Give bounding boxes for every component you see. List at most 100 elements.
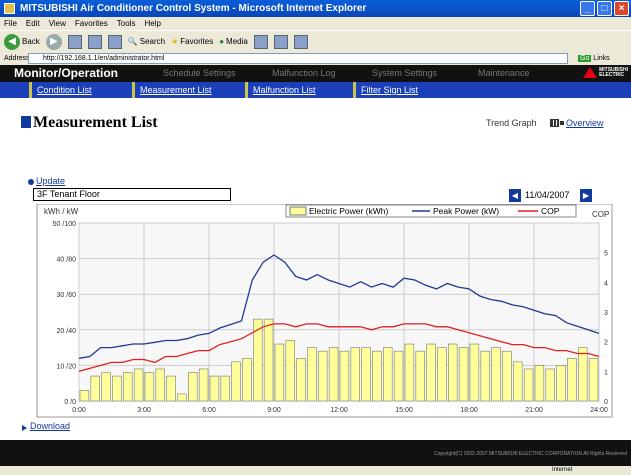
forward-button[interactable]: ▶ [45, 33, 62, 50]
right-tick-label: 1 [604, 369, 608, 376]
close-icon[interactable]: × [614, 1, 629, 16]
go-button[interactable]: Go [578, 55, 592, 62]
media-label: Media [226, 37, 248, 46]
energy-bar [90, 375, 100, 402]
energy-bar [426, 343, 436, 402]
star-icon: ★ [171, 37, 179, 46]
energy-bar [123, 372, 133, 402]
left-tick-label: 0 /0 [64, 399, 76, 406]
page-title: Measurement List [33, 114, 158, 131]
energy-bar [209, 375, 220, 402]
home-icon[interactable] [107, 34, 122, 49]
download-arrow-icon [22, 425, 27, 431]
menu-edit[interactable]: Edit [26, 17, 40, 30]
menu-view[interactable]: View [49, 17, 66, 30]
favorites-button[interactable]: ★ Favorites [171, 37, 213, 46]
energy-bar [79, 390, 90, 402]
main-content: Measurement List Trend Graph Overview Up… [0, 98, 631, 440]
date-label: 11/04/2007 [525, 190, 570, 200]
window-title-bar: MITSUBISHI Air Conditioner Control Syste… [0, 0, 631, 17]
nav-system-settings[interactable]: System Settings [372, 65, 437, 82]
address-bar: Address http://192.168.1.1/en/administra… [0, 52, 631, 65]
energy-bar [350, 347, 360, 402]
copyright-text: Copyright(C) 2002-2007 MITSUBISHI ELECTR… [433, 451, 627, 457]
subnav-condition-list[interactable]: Condition List [29, 82, 92, 98]
legend-peak-power: Peak Power (kW) [433, 206, 499, 216]
energy-bar [480, 350, 490, 402]
energy-bar [458, 347, 469, 402]
links-label[interactable]: Links [593, 55, 609, 62]
energy-bar [588, 357, 599, 402]
download-link[interactable]: Download [30, 421, 70, 431]
x-tick-label: 15:00 [395, 407, 413, 414]
mail-icon[interactable] [273, 34, 288, 49]
menu-file[interactable]: File [4, 17, 17, 30]
energy-bar [534, 365, 545, 402]
overview-link[interactable]: Overview [566, 118, 604, 128]
subnav-measurement-list[interactable]: Measurement List [132, 82, 212, 98]
next-date-button[interactable]: ▶ [580, 189, 592, 202]
menu-help[interactable]: Help [144, 17, 160, 30]
energy-bar [404, 343, 415, 402]
left-tick-label: 20 /40 [57, 328, 77, 335]
energy-bar [177, 393, 187, 402]
nav-maintenance[interactable]: Maintenance [478, 65, 530, 82]
search-button[interactable]: 🔍 Search [128, 37, 165, 46]
energy-bar [307, 347, 317, 402]
history-icon[interactable] [253, 34, 268, 49]
energy-bar [144, 372, 155, 402]
nav-monitor-operation[interactable]: Monitor/Operation [14, 65, 118, 82]
x-tick-label: 9:00 [267, 407, 281, 414]
measurement-chart: 0 /0 10 /20 20 /40 30 /60 40 /80 50 /100 0 1 2 3… [36, 204, 613, 418]
energy-bar [242, 357, 252, 402]
back-button[interactable]: ◀ Back [4, 33, 40, 50]
left-tick-label: 50 /100 [53, 221, 76, 228]
energy-bar [502, 350, 512, 402]
minimize-icon[interactable]: _ [580, 1, 595, 16]
address-input[interactable]: http://192.168.1.1/en/administrator.html [28, 53, 568, 64]
x-tick-label: 0:00 [72, 407, 86, 414]
energy-bar [437, 347, 447, 402]
legend-electric-power: Electric Power (kWh) [309, 206, 389, 216]
maximize-icon[interactable]: □ [597, 1, 612, 16]
menu-favorites[interactable]: Favorites [75, 17, 108, 30]
floor-select[interactable]: 3F Tenant Floor [33, 188, 231, 201]
energy-bar [133, 368, 144, 402]
energy-bar [296, 357, 306, 402]
subnav-filter-sign-list[interactable]: Filter Sign List [353, 82, 418, 98]
media-icon: ● [219, 37, 225, 46]
ie-app-icon [4, 3, 15, 14]
right-tick-label: 0 [604, 399, 608, 406]
energy-bar [231, 361, 241, 402]
address-url: http://192.168.1.1/en/administrator.html [43, 55, 165, 62]
media-button[interactable]: ● Media [219, 37, 248, 46]
subnav-malfunction-list[interactable]: Malfunction List [245, 82, 316, 98]
page-footer: Copyright(C) 2002-2007 MITSUBISHI ELECTR… [0, 440, 631, 466]
sub-nav: Condition List Measurement List Malfunct… [0, 82, 631, 98]
print-icon[interactable] [293, 34, 308, 49]
back-arrow-icon: ◀ [4, 33, 20, 50]
nav-malfunction-log[interactable]: Malfunction Log [272, 65, 336, 82]
right-tick-label: 4 [604, 280, 608, 287]
energy-bar [523, 368, 534, 402]
left-axis-label: kWh / kW [44, 207, 79, 216]
nav-schedule-settings[interactable]: Schedule Settings [163, 65, 236, 82]
prev-date-button[interactable]: ◀ [509, 189, 521, 202]
update-link[interactable]: Update [36, 176, 65, 186]
right-tick-label: 5 [604, 251, 608, 258]
refresh-icon[interactable] [87, 34, 102, 49]
energy-bar [318, 350, 328, 402]
right-tick-label: 2 [604, 340, 608, 347]
left-tick-label: 40 /80 [57, 257, 77, 264]
browser-toolbar: ◀ Back ▶ 🔍 Search ★ Favorites ● Media [0, 30, 631, 52]
stop-icon[interactable] [67, 34, 82, 49]
energy-bar [274, 343, 285, 402]
energy-bar [112, 375, 122, 402]
x-tick-label: 21:00 [525, 407, 543, 414]
address-label: Address [4, 55, 30, 62]
logo-diamond-icon [583, 67, 598, 78]
x-tick-label: 3:00 [137, 407, 151, 414]
menu-tools[interactable]: Tools [117, 17, 136, 30]
legend-bar-swatch [289, 206, 307, 216]
main-nav: Monitor/Operation Schedule Settings Malf… [0, 65, 631, 82]
